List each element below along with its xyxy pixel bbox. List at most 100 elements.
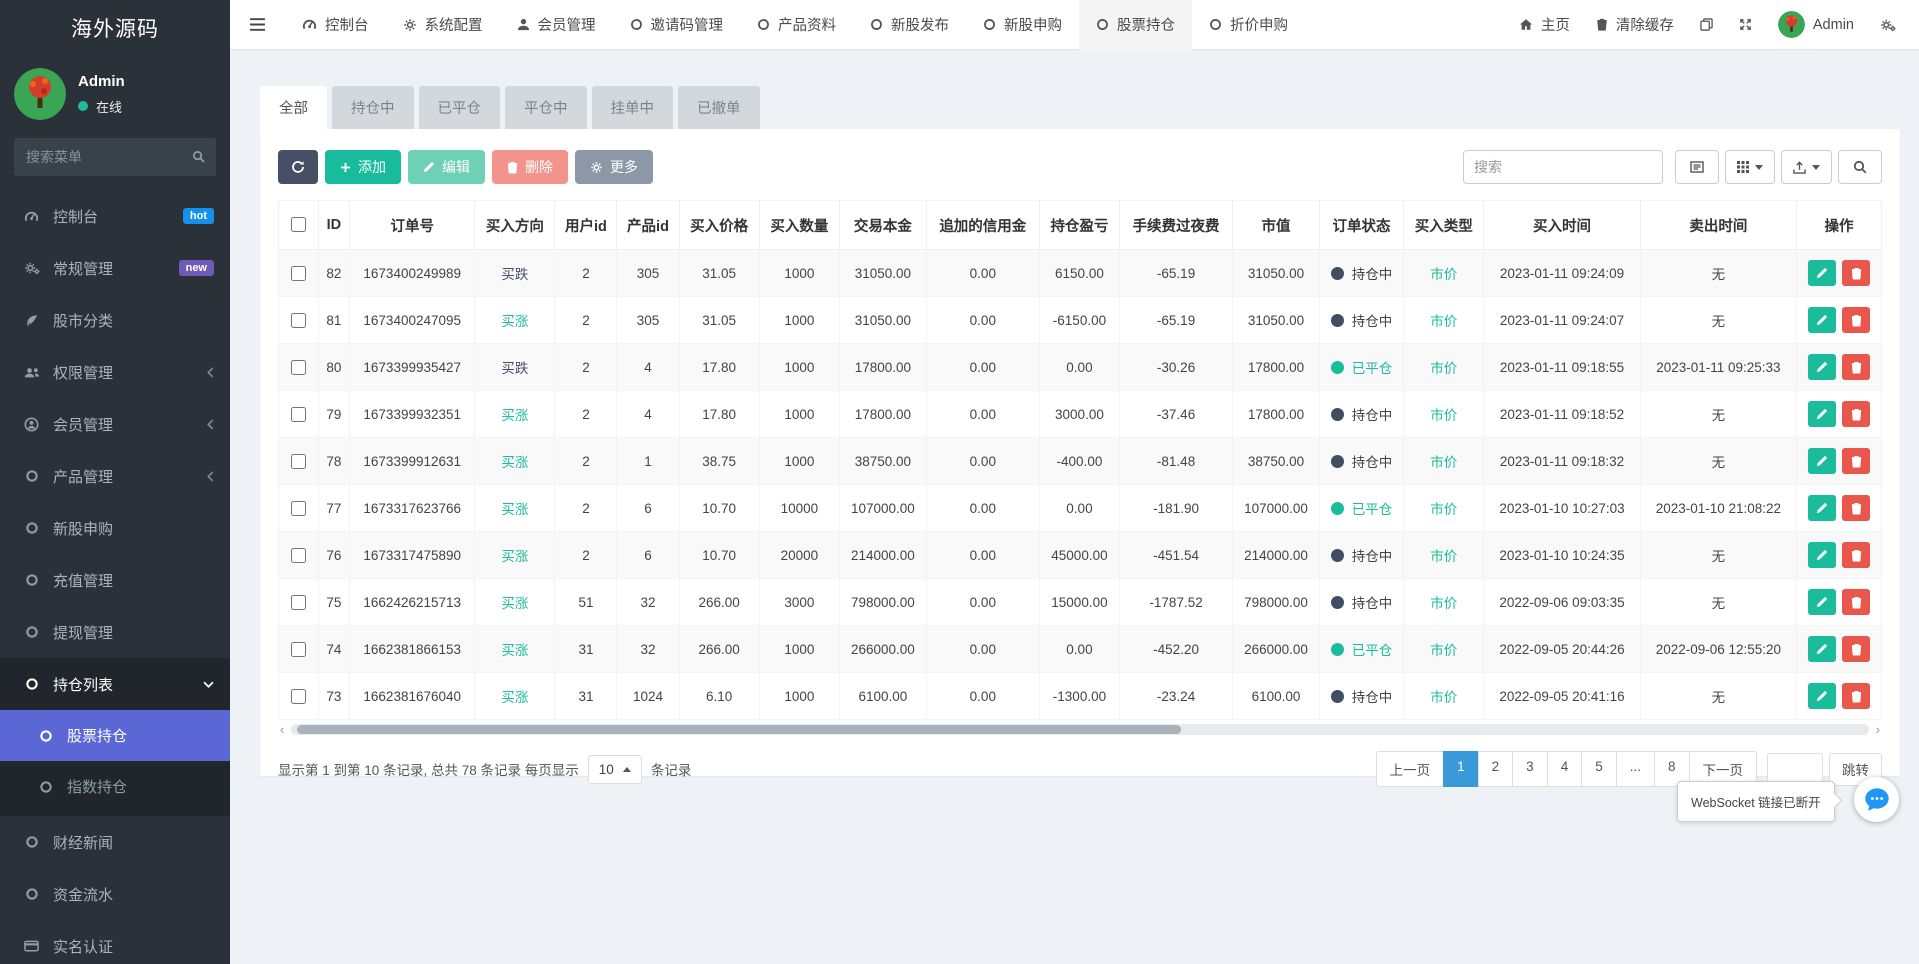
sidebar-item[interactable]: 新股申购 [0, 502, 230, 554]
sidebar-subitem[interactable]: 股票持仓 [0, 710, 230, 761]
nav-item[interactable]: 股票持仓 [1079, 0, 1192, 50]
prev-page-button[interactable]: 上一页 [1376, 751, 1445, 787]
nav-item[interactable]: 新股申购 [966, 0, 1079, 50]
user-menu[interactable]: Admin [1765, 0, 1867, 50]
nav-item[interactable]: 邀请码管理 [613, 0, 741, 50]
row-checkbox[interactable] [291, 454, 306, 469]
search-button[interactable] [1838, 150, 1882, 184]
edit-button[interactable]: 编辑 [408, 150, 485, 184]
nav-item[interactable]: 折价申购 [1192, 0, 1305, 50]
home-button[interactable]: 主页 [1506, 0, 1583, 50]
sidebar-item[interactable]: 财经新闻 [0, 816, 230, 868]
row-select-cell [279, 579, 319, 626]
row-delete-button[interactable] [1842, 260, 1870, 286]
tab-平仓中[interactable]: 平仓中 [505, 86, 587, 129]
page-button[interactable]: 1 [1443, 751, 1479, 787]
row-checkbox[interactable] [291, 642, 306, 657]
row-checkbox[interactable] [291, 360, 306, 375]
row-edit-button[interactable] [1808, 260, 1836, 286]
settings-menu[interactable] [1867, 0, 1909, 50]
row-edit-button[interactable] [1808, 589, 1836, 615]
table-search-input[interactable] [1463, 150, 1663, 184]
scroll-left-arrow[interactable]: ‹ [278, 723, 286, 736]
cell-sell-time: 无 [1640, 391, 1796, 438]
row-checkbox[interactable] [291, 689, 306, 704]
row-checkbox[interactable] [291, 595, 306, 610]
page-button[interactable]: 2 [1478, 751, 1514, 787]
delete-button[interactable]: 删除 [492, 150, 568, 184]
scrollbar-track[interactable] [291, 724, 1868, 735]
sidebar-subitem[interactable]: 指数持仓 [0, 761, 230, 812]
row-checkbox[interactable] [291, 266, 306, 281]
page-button[interactable]: 5 [1581, 751, 1617, 787]
copy-page-button[interactable] [1687, 0, 1726, 50]
row-delete-button[interactable] [1842, 354, 1870, 380]
page-size-select[interactable]: 10 [588, 755, 642, 784]
row-checkbox[interactable] [291, 407, 306, 422]
row-delete-button[interactable] [1842, 495, 1870, 521]
tab-持仓中[interactable]: 持仓中 [332, 86, 414, 129]
nav-item[interactable]: 控制台 [285, 0, 386, 50]
sidebar-item[interactable]: 控制台hot [0, 190, 230, 242]
nav-item[interactable]: 新股发布 [853, 0, 966, 50]
expand-icon [1739, 18, 1752, 31]
page-button[interactable]: 4 [1547, 751, 1583, 787]
page-button[interactable]: 3 [1512, 751, 1548, 787]
sidebar-search-input[interactable] [14, 138, 216, 176]
scroll-right-arrow[interactable]: › [1874, 723, 1882, 736]
row-delete-button[interactable] [1842, 636, 1870, 662]
row-delete-button[interactable] [1842, 401, 1870, 427]
row-delete-button[interactable] [1842, 307, 1870, 333]
row-delete-button[interactable] [1842, 542, 1870, 568]
tab-已撤单[interactable]: 已撤单 [678, 86, 760, 129]
row-checkbox[interactable] [291, 501, 306, 516]
row-delete-button[interactable] [1842, 683, 1870, 709]
refresh-button[interactable] [278, 150, 318, 184]
sidebar-item[interactable]: 提现管理 [0, 606, 230, 658]
sidebar-item-label: 充值管理 [53, 570, 113, 591]
row-edit-button[interactable] [1808, 354, 1836, 380]
sidebar-item[interactable]: 持仓列表 [0, 658, 230, 710]
detail-view-button[interactable] [1675, 150, 1719, 184]
cell-direction: 买涨 [475, 673, 555, 720]
export-button[interactable] [1781, 150, 1832, 184]
tab-挂单中[interactable]: 挂单中 [592, 86, 674, 129]
row-edit-button[interactable] [1808, 495, 1836, 521]
nav-item[interactable]: 会员管理 [500, 0, 613, 50]
nav-item[interactable]: 产品资料 [740, 0, 853, 50]
page-ellipsis[interactable]: ... [1616, 751, 1655, 787]
more-button[interactable]: 更多 [575, 150, 653, 184]
fullscreen-button[interactable] [1726, 0, 1765, 50]
nav-item[interactable]: 系统配置 [386, 0, 500, 50]
row-checkbox[interactable] [291, 313, 306, 328]
row-delete-button[interactable] [1842, 589, 1870, 615]
row-edit-button[interactable] [1808, 448, 1836, 474]
direction-label: 买跌 [501, 361, 528, 376]
sidebar-item[interactable]: 股市分类 [0, 294, 230, 346]
add-button[interactable]: 添加 [325, 150, 401, 184]
chat-widget-button[interactable] [1854, 777, 1899, 822]
sidebar-item[interactable]: 资金流水 [0, 868, 230, 920]
clear-cache-button[interactable]: 清除缓存 [1583, 0, 1687, 50]
tab-全部[interactable]: 全部 [260, 86, 327, 129]
sidebar-item[interactable]: 权限管理 [0, 346, 230, 398]
users-icon [22, 366, 41, 379]
row-checkbox[interactable] [291, 548, 306, 563]
row-edit-button[interactable] [1808, 683, 1836, 709]
tab-已平仓[interactable]: 已平仓 [419, 86, 501, 129]
row-edit-button[interactable] [1808, 636, 1836, 662]
sidebar-item[interactable]: 产品管理 [0, 450, 230, 502]
sidebar-item[interactable]: 会员管理 [0, 398, 230, 450]
hamburger-menu-icon[interactable] [230, 17, 285, 32]
cell-order-no: 1662381866153 [350, 626, 475, 673]
row-edit-button[interactable] [1808, 307, 1836, 333]
row-edit-button[interactable] [1808, 401, 1836, 427]
row-edit-button[interactable] [1808, 542, 1836, 568]
sidebar-item[interactable]: 实名认证 [0, 920, 230, 964]
columns-button[interactable] [1725, 150, 1775, 184]
row-delete-button[interactable] [1842, 448, 1870, 474]
scrollbar-thumb[interactable] [297, 725, 1180, 734]
select-all-checkbox[interactable] [291, 217, 306, 232]
sidebar-item[interactable]: 常规管理new [0, 242, 230, 294]
sidebar-item[interactable]: 充值管理 [0, 554, 230, 606]
